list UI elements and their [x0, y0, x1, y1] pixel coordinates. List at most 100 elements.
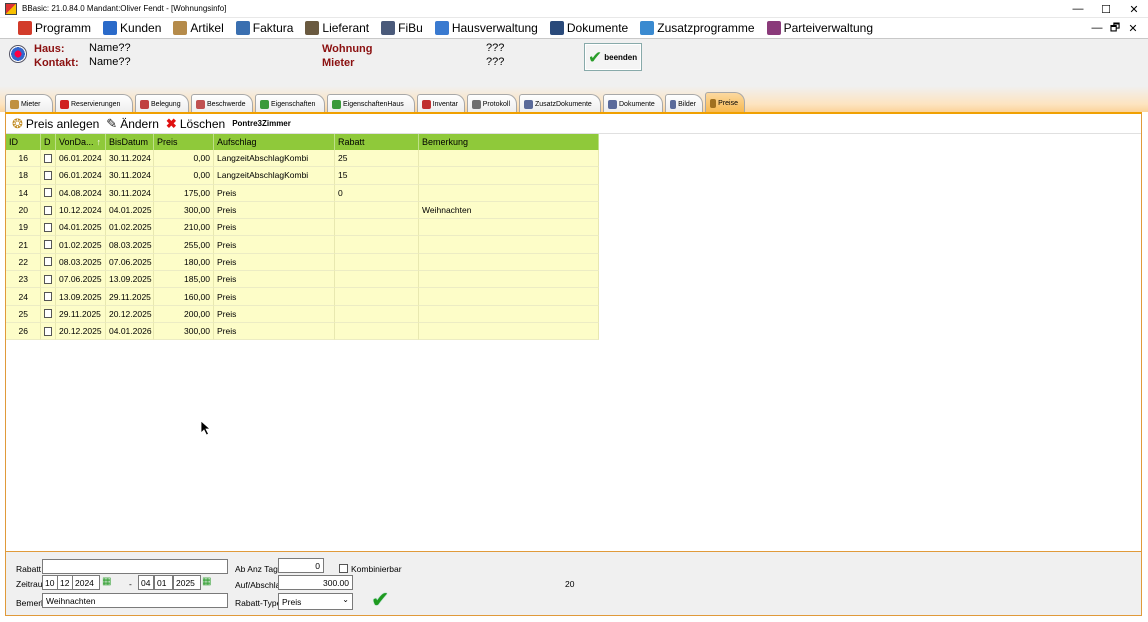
table-row[interactable]: 25 29.11.2025 20.12.2025 200,00 Preis — [6, 305, 599, 323]
row-checkbox[interactable] — [44, 170, 52, 180]
tab-preise[interactable]: Preise — [705, 92, 745, 113]
row-checkbox[interactable] — [44, 240, 52, 250]
bis-calendar-icon[interactable]: ▦ — [202, 576, 213, 587]
tab-zusatzdokumente[interactable]: ZusatzDokumente — [519, 94, 601, 113]
grid-header: ID D VonDa... ↑ BisDatum Preis Aufschlag Rabatt… — [6, 134, 1141, 150]
maximize-button[interactable]: ☐ — [1092, 0, 1120, 18]
menu-item-faktura[interactable]: Faktura — [235, 21, 293, 35]
tab-belegung[interactable]: Belegung — [135, 94, 189, 113]
kombinierbar-checkbox[interactable] — [339, 564, 348, 573]
auf-abschlag-input[interactable]: 300.00 — [278, 575, 353, 590]
ab-anz-tage-input[interactable]: 0 — [278, 558, 324, 573]
cell-bemerkung — [419, 219, 599, 237]
table-row[interactable]: 23 07.06.2025 13.09.2025 185,00 Preis — [6, 271, 599, 289]
cell-id: 26 — [6, 322, 41, 341]
row-checkbox[interactable] — [44, 257, 52, 267]
tab-mieter[interactable]: Mieter — [5, 94, 53, 113]
cell-bemerkung: Weihnachten — [419, 201, 599, 220]
menu-item-artikel[interactable]: Artikel — [173, 21, 224, 35]
tab-eigenschaften[interactable]: Eigenschaften — [255, 94, 325, 113]
table-row[interactable]: 24 13.09.2025 29.11.2025 160,00 Preis — [6, 288, 599, 306]
table-row[interactable]: 26 20.12.2025 04.01.2026 300,00 Preis — [6, 322, 599, 341]
column-header-label: Bemerkung — [422, 137, 469, 147]
table-row[interactable]: 19 04.01.2025 01.02.2025 210,00 Preis — [6, 219, 599, 237]
close-button[interactable]: ✕ — [1120, 0, 1148, 18]
cell-bis: 07.06.2025 — [106, 253, 154, 272]
menu-item-zusatzprogramme[interactable]: Zusatzprogramme — [640, 21, 755, 35]
table-row[interactable]: 21 01.02.2025 08.03.2025 255,00 Preis — [6, 236, 599, 254]
tab-eigenschaftenhaus[interactable]: EigenschaftenHaus — [327, 94, 415, 113]
rabatt-input[interactable] — [42, 559, 228, 574]
aendern-button[interactable]: ✎ Ändern — [106, 117, 159, 131]
programm-icon — [18, 21, 32, 35]
menu-item-lieferant[interactable]: Lieferant — [305, 21, 369, 35]
bis-jahr-input[interactable]: 2025 — [173, 575, 201, 590]
row-checkbox[interactable] — [44, 309, 52, 319]
tab-reservierungen[interactable]: Reservierungen — [55, 94, 133, 113]
tab-protokoll[interactable]: Protokoll — [467, 94, 517, 113]
menu-item-fibu[interactable]: FiBu — [381, 21, 423, 35]
column-header-d[interactable]: D — [41, 134, 56, 150]
main-frame: ❂ Preis anlegen ✎ Ändern ✖ Löschen Pontr… — [5, 112, 1142, 552]
von-monat-input[interactable]: 12 — [57, 575, 73, 590]
cell-rabatt — [335, 201, 419, 220]
menu-item-hausverwaltung[interactable]: Hausverwaltung — [434, 21, 538, 35]
loeschen-label: Löschen — [179, 116, 226, 131]
row-checkbox[interactable] — [44, 274, 52, 284]
row-checkbox[interactable] — [44, 205, 52, 215]
save-check-button[interactable]: ✔ — [371, 589, 389, 611]
tab-label: Belegung — [151, 100, 181, 108]
column-header-rabatt[interactable]: Rabatt — [335, 134, 419, 150]
row-checkbox[interactable] — [44, 153, 52, 163]
cell-preis: 160,00 — [154, 288, 214, 306]
zeitraum-separator: - — [129, 579, 132, 589]
bemerk-input[interactable]: Weihnachten — [42, 593, 228, 608]
minimize-button[interactable]: — — [1064, 0, 1092, 18]
column-header-aufschlag[interactable]: Aufschlag — [214, 134, 335, 150]
table-row[interactable]: 18 06.01.2024 30.11.2024 0,00 LangzeitAbschl… — [6, 167, 599, 185]
bis-tag-input[interactable]: 04 — [138, 575, 154, 590]
row-checkbox[interactable] — [44, 292, 52, 302]
kontakt-label: Kontakt: — [34, 57, 79, 69]
tab-beschwerde[interactable]: Beschwerde — [191, 94, 253, 113]
tab-label: Mieter — [21, 100, 41, 108]
row-checkbox[interactable] — [44, 326, 52, 336]
mdi-restore-button[interactable]: 🗗 — [1106, 18, 1124, 38]
cell-preis: 185,00 — [154, 271, 214, 289]
row-checkbox[interactable] — [44, 222, 52, 232]
cell-preis: 210,00 — [154, 219, 214, 237]
column-header-preis[interactable]: Preis — [154, 134, 214, 150]
column-header-bisdatum[interactable]: BisDatum — [106, 134, 154, 150]
tab-label: Inventar — [432, 100, 458, 108]
table-row[interactable]: 22 08.03.2025 07.06.2025 180,00 Preis — [6, 253, 599, 272]
loeschen-button[interactable]: ✖ Löschen — [166, 117, 225, 131]
menu-item-programm[interactable]: Programm — [18, 21, 91, 35]
column-header-vonda[interactable]: VonDa... ↑ — [56, 134, 106, 150]
tab-inventar[interactable]: Inventar — [417, 94, 465, 113]
column-header-bemerkung[interactable]: Bemerkung — [419, 134, 599, 150]
table-row[interactable]: 16 06.01.2024 30.11.2024 0,00 LangzeitAbschl… — [6, 150, 599, 168]
table-row[interactable]: 14 04.08.2024 30.11.2024 175,00 Preis 0 — [6, 184, 599, 202]
row-checkbox[interactable] — [44, 188, 52, 198]
bis-monat-input[interactable]: 01 — [154, 575, 173, 590]
von-jahr-input[interactable]: 2024 — [72, 575, 100, 590]
table-row[interactable]: 20 10.12.2024 04.01.2025 300,00 Preis Weihnac… — [6, 201, 599, 220]
mdi-close-button[interactable]: ✕ — [1124, 18, 1142, 38]
column-header-id[interactable]: ID — [6, 134, 41, 150]
von-calendar-icon[interactable]: ▦ — [102, 576, 113, 587]
preis-anlegen-button[interactable]: ❂ Preis anlegen — [12, 117, 99, 131]
mdi-minimize-button[interactable]: — — [1088, 18, 1106, 38]
von-tag-input[interactable]: 10 — [42, 575, 58, 590]
menu-item-kunden[interactable]: Kunden — [103, 21, 161, 35]
menu-item-dokumente[interactable]: Dokumente — [549, 21, 628, 35]
bilder-icon — [670, 99, 677, 109]
preis-anlegen-icon: ❂ — [12, 116, 23, 131]
tab-dokumente[interactable]: Dokumente — [603, 94, 663, 113]
tab-bilder[interactable]: Bilder — [665, 94, 703, 113]
menu-item-parteiverwaltung[interactable]: Parteiverwaltung — [766, 21, 873, 35]
beenden-button[interactable]: ✔ beenden — [584, 43, 642, 71]
rabatt-type-select[interactable]: Preis ⌄ — [278, 593, 353, 610]
cell-id: 19 — [6, 219, 41, 237]
menu-item-label: Parteiverwaltung — [783, 21, 873, 35]
cell-d — [41, 253, 56, 272]
